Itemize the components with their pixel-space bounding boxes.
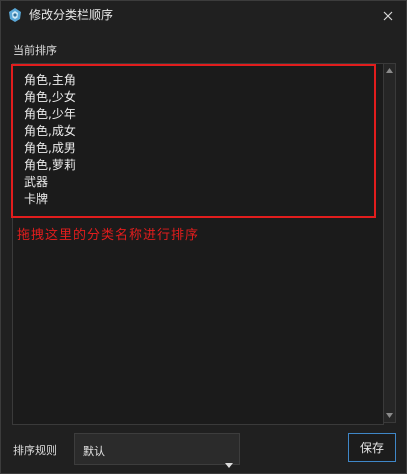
dialog-window: 修改分类栏顺序 当前排序 角色,主角 角色,少女 角色,少年 角色,成女 角色,… <box>0 0 407 474</box>
close-button[interactable] <box>378 5 398 25</box>
sort-rule-dropdown[interactable]: 默认 <box>74 433 240 468</box>
list-item[interactable]: 角色,成女 <box>24 123 76 140</box>
drag-hint-text: 拖拽这里的分类名称进行排序 <box>17 228 200 243</box>
list-item[interactable]: 角色,主角 <box>24 72 76 89</box>
vertical-scrollbar[interactable] <box>383 63 396 423</box>
list-item[interactable]: 角色,萝莉 <box>24 157 76 174</box>
list-item[interactable]: 角色,少女 <box>24 89 76 106</box>
titlebar: 修改分类栏顺序 <box>1 1 406 29</box>
scroll-up-arrow-icon[interactable] <box>384 65 395 76</box>
list-item[interactable]: 卡牌 <box>24 191 76 208</box>
window-title: 修改分类栏顺序 <box>29 8 114 22</box>
app-logo-icon <box>7 7 23 23</box>
dropdown-caret-icon <box>225 453 233 472</box>
save-button[interactable]: 保存 <box>348 433 396 462</box>
list-item[interactable]: 角色,成男 <box>24 140 76 157</box>
list-item[interactable]: 武器 <box>24 174 76 191</box>
current-order-label: 当前排序 <box>13 44 57 57</box>
sort-rule-value: 默认 <box>83 445 105 458</box>
category-list[interactable]: 角色,主角 角色,少女 角色,少年 角色,成女 角色,成男 角色,萝莉 武器 卡… <box>12 63 384 425</box>
close-icon <box>383 6 393 25</box>
sort-rule-label: 排序规则 <box>13 444 57 457</box>
category-items: 角色,主角 角色,少女 角色,少年 角色,成女 角色,成男 角色,萝莉 武器 卡… <box>24 72 76 208</box>
scroll-down-arrow-icon[interactable] <box>384 410 395 421</box>
list-item[interactable]: 角色,少年 <box>24 106 76 123</box>
